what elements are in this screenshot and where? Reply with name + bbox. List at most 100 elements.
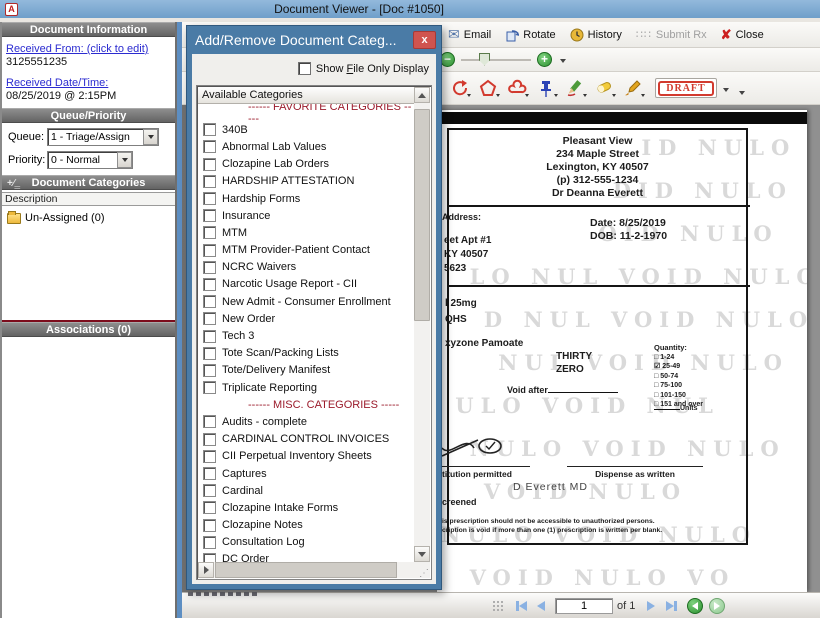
- category-row[interactable]: Hardship Forms: [198, 190, 414, 207]
- category-checkbox[interactable]: [203, 312, 216, 325]
- unassigned-folder-row[interactable]: Un-Assigned (0): [7, 212, 175, 224]
- category-checkbox[interactable]: [203, 140, 216, 153]
- category-checkbox[interactable]: [203, 347, 216, 360]
- zoom-options-caret[interactable]: [560, 59, 566, 66]
- history-button[interactable]: History: [570, 28, 622, 42]
- priority-select[interactable]: 0 - Normal: [47, 151, 133, 169]
- zoom-slider[interactable]: [461, 59, 531, 61]
- category-checkbox[interactable]: [203, 484, 216, 497]
- resize-grip[interactable]: [414, 562, 430, 578]
- category-row[interactable]: ------ MISC. CATEGORIES -----: [198, 396, 414, 413]
- brush-annotation-button[interactable]: [621, 76, 645, 100]
- pager-drag-grip[interactable]: [492, 600, 503, 611]
- category-row[interactable]: Tech 3: [198, 327, 414, 344]
- previous-page-button[interactable]: [531, 597, 551, 615]
- category-row[interactable]: Narcotic Usage Report - CII: [198, 276, 414, 293]
- category-row[interactable]: CII Perpetual Inventory Sheets: [198, 448, 414, 465]
- category-row[interactable]: ------ FAVORITE CATEGORIES -----: [198, 104, 414, 121]
- category-checkbox[interactable]: [203, 364, 216, 377]
- scroll-right-button[interactable]: [198, 562, 214, 578]
- category-checkbox[interactable]: [203, 536, 216, 549]
- category-checkbox[interactable]: [203, 192, 216, 205]
- category-checkbox[interactable]: [203, 158, 216, 171]
- dialog-close-button[interactable]: x: [413, 31, 436, 49]
- category-checkbox[interactable]: [203, 330, 216, 343]
- category-checkbox[interactable]: [203, 278, 216, 291]
- category-row[interactable]: Tote Scan/Packing Lists: [198, 345, 414, 362]
- category-checkbox[interactable]: [203, 209, 216, 222]
- horizontal-scrollbar[interactable]: [198, 562, 414, 578]
- add-remove-categories-icon[interactable]: +∕‗: [7, 177, 20, 191]
- toolbar-overflow-caret[interactable]: [739, 91, 745, 98]
- category-checkbox[interactable]: [203, 381, 216, 394]
- category-row[interactable]: DC Order: [198, 551, 414, 562]
- received-from-link[interactable]: Received From: (click to edit): [2, 43, 175, 55]
- next-document-button[interactable]: [709, 598, 725, 614]
- description-column-header[interactable]: Description: [2, 192, 175, 206]
- scroll-up-button[interactable]: [414, 87, 430, 103]
- scroll-down-button[interactable]: [414, 546, 430, 562]
- category-row[interactable]: Audits - complete: [198, 413, 414, 430]
- category-checkbox[interactable]: [203, 553, 216, 562]
- category-row[interactable]: NCRC Waivers: [198, 259, 414, 276]
- category-checkbox[interactable]: [203, 226, 216, 239]
- arrow-annotation-button[interactable]: [447, 76, 471, 100]
- previous-document-button[interactable]: [687, 598, 703, 614]
- pushpin-annotation-button[interactable]: [534, 76, 558, 100]
- category-checkbox[interactable]: [203, 501, 216, 514]
- priority-dropdown-button[interactable]: [117, 152, 132, 168]
- category-checkbox[interactable]: [203, 433, 216, 446]
- category-row[interactable]: CARDINAL CONTROL INVOICES: [198, 431, 414, 448]
- next-page-button[interactable]: [641, 597, 661, 615]
- category-checkbox[interactable]: [203, 415, 216, 428]
- zoom-out-button[interactable]: −: [440, 52, 455, 67]
- last-page-button[interactable]: [661, 597, 681, 615]
- queue-dropdown-button[interactable]: [143, 129, 158, 145]
- email-button[interactable]: ✉ Email: [448, 26, 491, 43]
- highlighter-annotation-button[interactable]: [592, 76, 616, 100]
- category-row[interactable]: Clozapine Notes: [198, 517, 414, 534]
- category-row[interactable]: Consultation Log: [198, 534, 414, 551]
- category-checkbox[interactable]: [203, 175, 216, 188]
- first-page-button[interactable]: [511, 597, 531, 615]
- category-row[interactable]: Insurance: [198, 207, 414, 224]
- show-file-only-row[interactable]: Show File Only Display: [298, 62, 429, 75]
- show-file-only-checkbox[interactable]: [298, 62, 311, 75]
- category-row[interactable]: Cardinal: [198, 482, 414, 499]
- zoom-in-button[interactable]: +: [537, 52, 552, 67]
- horizontal-scroll-thumb[interactable]: [215, 562, 397, 578]
- category-row[interactable]: New Order: [198, 310, 414, 327]
- category-row[interactable]: Clozapine Lab Orders: [198, 156, 414, 173]
- zoom-slider-thumb[interactable]: [479, 53, 490, 66]
- category-row[interactable]: MTM Provider-Patient Contact: [198, 242, 414, 259]
- category-row[interactable]: Clozapine Intake Forms: [198, 499, 414, 516]
- pencil-annotation-button[interactable]: [563, 76, 587, 100]
- queue-select[interactable]: 1 - Triage/Assign: [47, 128, 159, 146]
- category-checkbox[interactable]: [203, 450, 216, 463]
- stamp-dropdown-caret[interactable]: [723, 88, 729, 95]
- category-row[interactable]: HARDSHIP ATTESTATION: [198, 173, 414, 190]
- category-row[interactable]: MTM: [198, 224, 414, 241]
- submit-rx-button[interactable]: ∷∷ Submit Rx: [636, 28, 707, 41]
- category-checkbox[interactable]: [203, 244, 216, 257]
- category-row[interactable]: Tote/Delivery Manifest: [198, 362, 414, 379]
- category-row[interactable]: Captures: [198, 465, 414, 482]
- page-number-input[interactable]: [555, 598, 613, 614]
- category-checkbox[interactable]: [203, 467, 216, 480]
- pentagon-annotation-button[interactable]: [476, 76, 500, 100]
- vertical-scrollbar[interactable]: [414, 87, 430, 562]
- category-row[interactable]: New Admit - Consumer Enrollment: [198, 293, 414, 310]
- vertical-scroll-thumb[interactable]: [414, 109, 430, 321]
- received-date-link[interactable]: Received Date/Time:: [2, 77, 175, 89]
- category-row[interactable]: Triplicate Reporting: [198, 379, 414, 396]
- close-button[interactable]: ✘ Close: [721, 27, 764, 43]
- dialog-title-bar[interactable]: Add/Remove Document Categ... x: [187, 26, 441, 54]
- category-row[interactable]: Abnormal Lab Values: [198, 138, 414, 155]
- rotate-button[interactable]: Rotate: [505, 28, 555, 42]
- available-categories-header[interactable]: Available Categories: [198, 87, 414, 104]
- category-checkbox[interactable]: [203, 261, 216, 274]
- draft-stamp-button[interactable]: DRAFT: [655, 78, 717, 98]
- category-checkbox[interactable]: [203, 123, 216, 136]
- category-checkbox[interactable]: [203, 295, 216, 308]
- cloud-annotation-button[interactable]: [505, 76, 529, 100]
